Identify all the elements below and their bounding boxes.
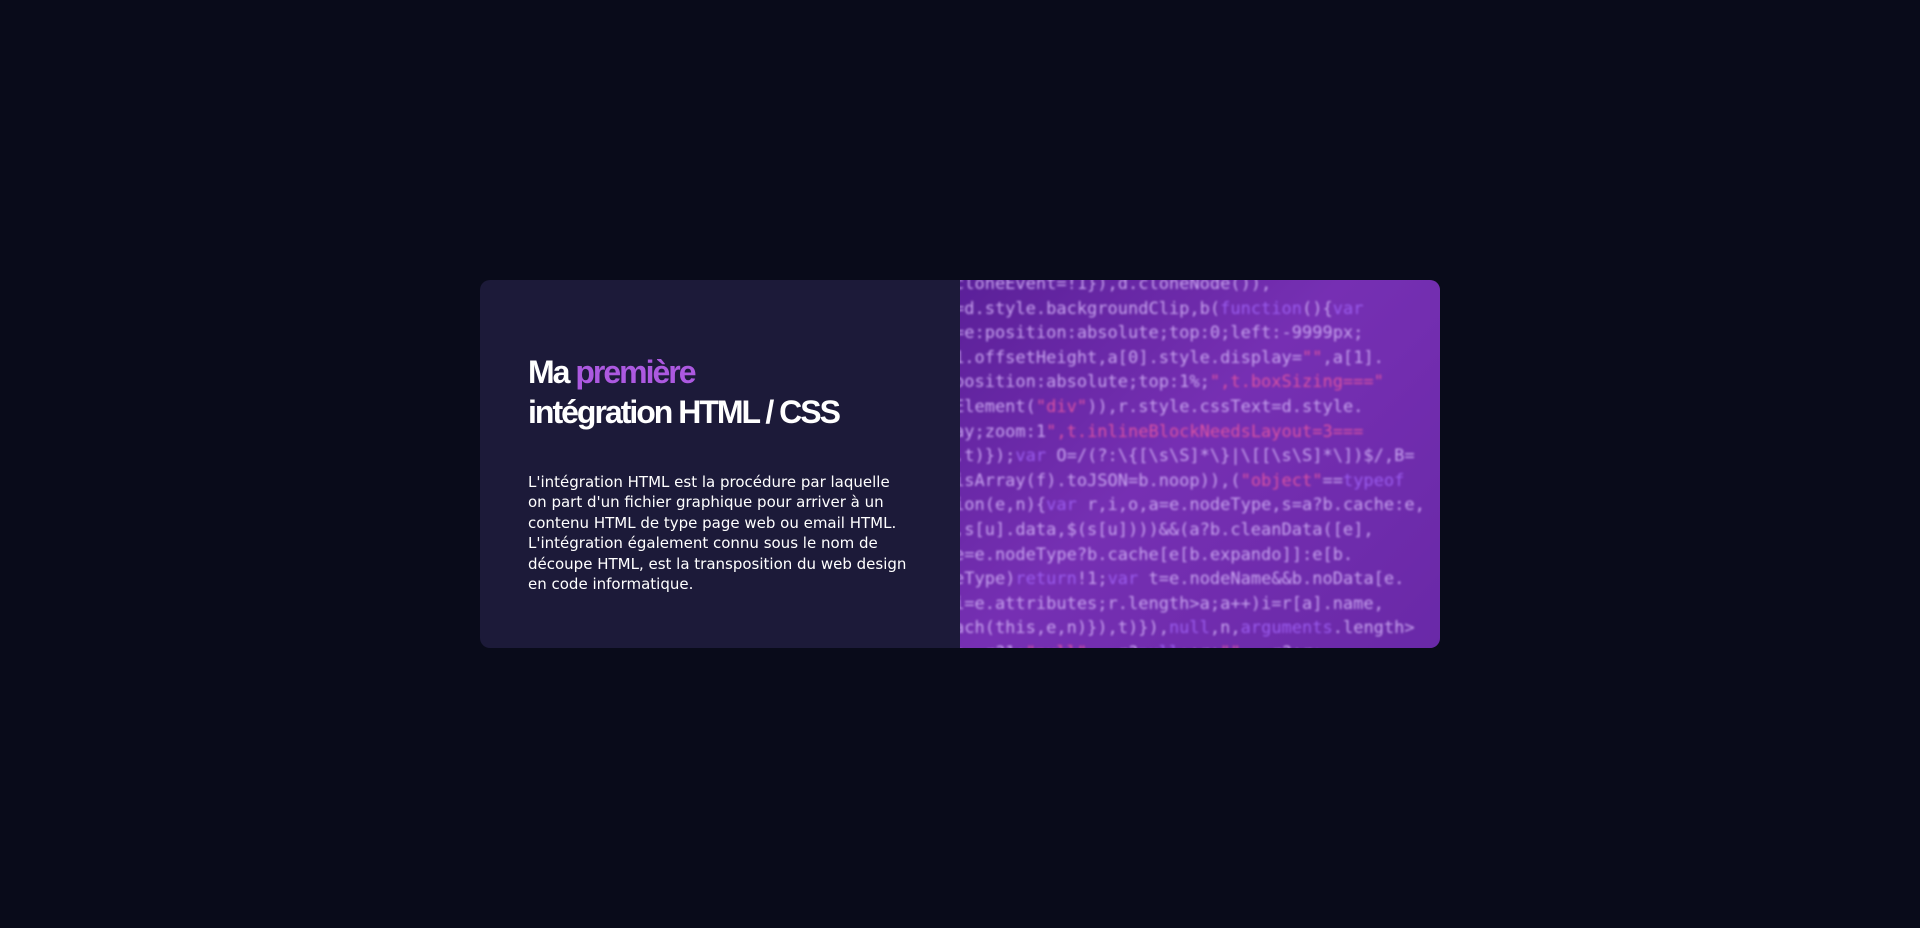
card-title: Ma première intégration HTML / CSS — [528, 352, 912, 432]
card-description: L'intégration HTML est la procédure par … — [528, 473, 907, 594]
card-title-line2: intégration HTML / CSS — [528, 394, 841, 430]
code-line: i=e.attributes;r.length>a;a++)i=r[a].nam… — [960, 593, 1384, 614]
card-text-panel: Ma première intégration HTML / CSS L'inté… — [480, 280, 960, 648]
code-image: cloneEvent=!1}),d.cloneNode()), =d.style.… — [960, 280, 1440, 648]
code-line: isArray(f).toJSON=b.noop)),("object"==ty… — [960, 470, 1405, 491]
intro-card: Ma première intégration HTML / CSS L'inté… — [480, 280, 1440, 648]
code-line: position:absolute;top:1%;",t.boxSizing==… — [960, 372, 1384, 393]
code-line: .t)});var O=/(?:\{[\s\S]*\}|\[[\s\S]*\])… — [960, 446, 1415, 467]
code-line: ion(e,n){var r,i,o,a=e.nodeType,s=a?b.ca… — [960, 495, 1425, 516]
code-line: ay;zoom:1",t.inlineBlockNeedsLayout=3=== — [960, 421, 1364, 442]
card-title-accent: première — [575, 354, 696, 390]
code-line: cloneEvent=!1}),d.cloneNode()), — [960, 280, 1272, 294]
code-line: ach(this,e,n)}),t)}),null,n,arguments.le… — [960, 618, 1415, 639]
code-image-text: cloneEvent=!1}),d.cloneNode()), =d.style.… — [960, 280, 1440, 648]
code-line: ,s[u].data,$(s[u])))&&(a?b.cleanData([e]… — [960, 519, 1374, 540]
code-line: e=e.nodeType?b.cache[e[b.expando]]:e[b. — [960, 544, 1354, 565]
code-line: e==r?1:"null"===r?null:+r+""===r?+r: — [960, 641, 1440, 648]
code-line: 1.offsetHeight,a[0].style.display="",a[1… — [960, 347, 1384, 368]
code-line: =e:position:absolute;top:0;left:-9999px; — [960, 323, 1364, 344]
code-line: =d.style.backgroundClip,b(function(){var — [960, 298, 1364, 319]
code-line: Element("div")),r.style.cssText=d.style. — [960, 396, 1364, 417]
card-title-prefix: Ma — [528, 354, 576, 390]
code-line: eType)return!1;var t=e.nodeName&&b.noDat… — [960, 569, 1405, 590]
